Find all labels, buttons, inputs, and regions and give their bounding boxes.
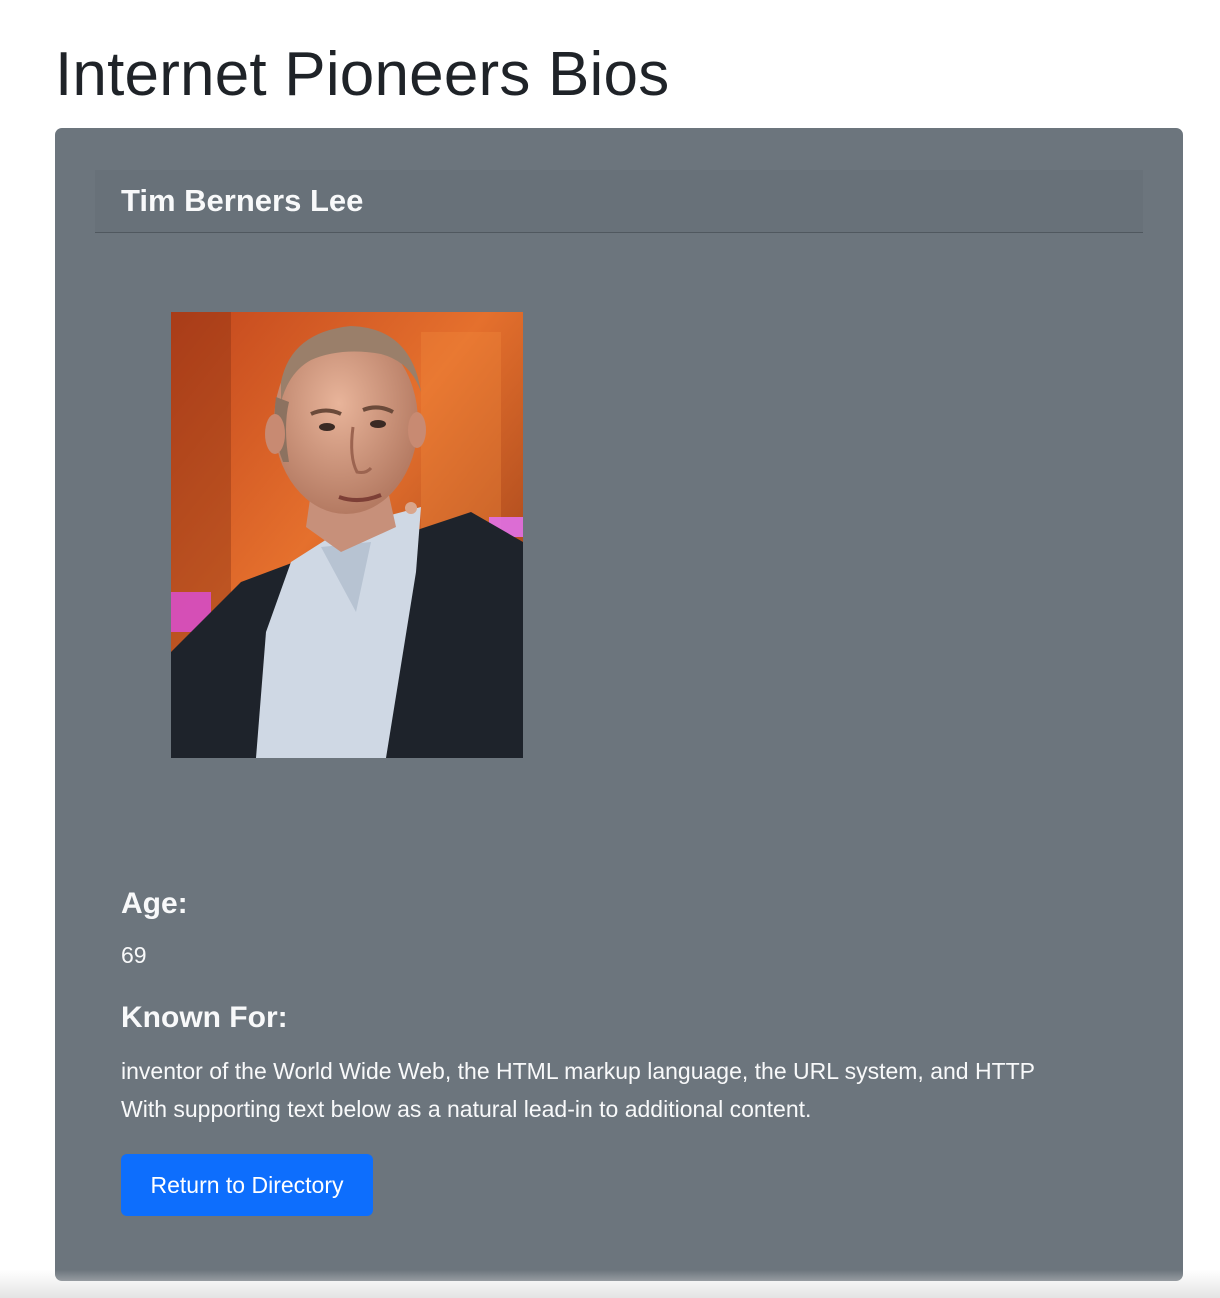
known-for-text: inventor of the World Wide Web, the HTML… — [121, 1052, 1151, 1128]
pioneer-name: Tim Berners Lee — [121, 183, 364, 218]
page-bottom-fade — [0, 1270, 1220, 1298]
bio-card: Tim Berners Lee Age: 69 Known For: inven… — [55, 128, 1183, 1281]
known-for-line-1: inventor of the World Wide Web, the HTML… — [121, 1058, 1036, 1084]
card-header: Tim Berners Lee — [95, 170, 1143, 233]
pioneer-photo — [171, 312, 523, 758]
age-label: Age: — [121, 887, 188, 920]
age-value: 69 — [121, 942, 147, 968]
known-for-label: Known For: — [121, 1001, 288, 1034]
return-to-directory-button[interactable]: Return to Directory — [121, 1154, 373, 1216]
page-title: Internet Pioneers Bios — [55, 40, 670, 109]
known-for-line-2: With supporting text below as a natural … — [121, 1096, 812, 1122]
